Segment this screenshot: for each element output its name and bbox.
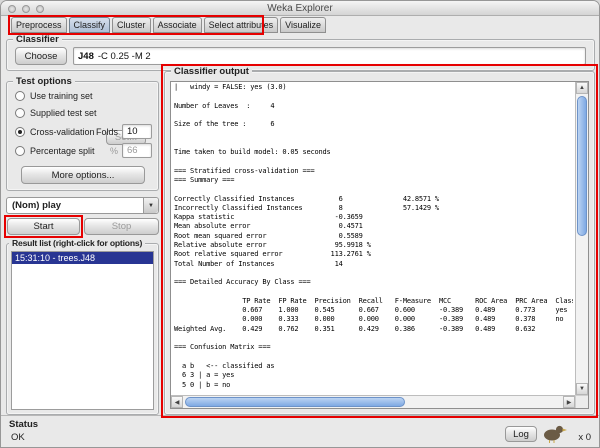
class-attribute-value: (Nom) play — [12, 200, 62, 211]
scroll-down-icon[interactable]: ▼ — [576, 383, 588, 395]
classifier-group: Classifier Choose J48 -C 0.25 -M 2 — [6, 34, 595, 71]
tab-select-attributes[interactable]: Select attributes — [203, 17, 279, 33]
percentage-split-label[interactable]: Percentage split — [30, 146, 95, 156]
percent-label: % — [109, 146, 118, 156]
log-button[interactable]: Log — [505, 426, 537, 442]
classifier-output-area[interactable]: | windy = FALSE: yes (3.0) Number of Lea… — [170, 81, 589, 409]
use-training-set-label[interactable]: Use training set — [30, 91, 93, 101]
horizontal-scroll-thumb[interactable] — [185, 397, 405, 407]
choose-button[interactable]: Choose — [15, 47, 67, 65]
classifier-params: -C 0.25 -M 2 — [97, 50, 151, 62]
classifier-group-legend: Classifier — [13, 34, 62, 45]
tab-classify[interactable]: Classify — [68, 17, 111, 33]
weka-bird-icon — [544, 425, 567, 443]
class-attribute-combo[interactable]: (Nom) play ▼ — [6, 197, 159, 214]
scroll-left-icon[interactable]: ◀ — [171, 396, 183, 408]
test-options-legend: Test options — [13, 76, 75, 87]
folds-label: Folds — [95, 127, 118, 137]
radio-row-supplied: Supplied test set Set... — [15, 107, 152, 145]
classifier-output-group: Classifier output | windy = FALSE: yes (… — [164, 66, 595, 415]
scrollbar-corner — [575, 395, 588, 408]
tab-visualize[interactable]: Visualize — [280, 17, 326, 33]
folds-field[interactable]: 10 — [122, 124, 152, 139]
classifier-name: J48 — [78, 50, 94, 62]
weka-explorer-window: Weka Explorer Preprocess Classify Cluste… — [0, 0, 600, 448]
result-list-group: Result list (right-click for options) 15… — [6, 238, 159, 415]
status-bar: Status OK Log x 0 — [1, 415, 599, 447]
cross-validation-radio[interactable] — [15, 127, 25, 137]
tab-associate[interactable]: Associate — [152, 17, 202, 33]
status-message: OK — [11, 432, 25, 443]
stop-button[interactable]: Stop — [84, 218, 159, 235]
percentage-split-radio[interactable] — [15, 146, 25, 156]
tab-bar: Preprocess Classify Cluster Associate Se… — [11, 17, 326, 34]
radio-row-training: Use training set — [15, 90, 93, 102]
classifier-output-text[interactable]: | windy = FALSE: yes (3.0) Number of Lea… — [174, 83, 573, 393]
more-options-button[interactable]: More options... — [21, 166, 145, 184]
test-options-group: Test options Use training set Supplied t… — [6, 76, 159, 191]
classifier-output-legend: Classifier output — [171, 66, 252, 77]
scroll-up-icon[interactable]: ▲ — [576, 82, 588, 94]
titlebar: Weka Explorer — [1, 1, 599, 16]
window-title: Weka Explorer — [267, 3, 333, 14]
result-list[interactable]: 15:31:10 - trees.J48 — [11, 251, 154, 410]
use-training-set-radio[interactable] — [15, 91, 25, 101]
radio-row-percentage-split: Percentage split — [15, 145, 95, 157]
supplied-test-set-radio[interactable] — [15, 108, 25, 118]
result-list-legend: Result list (right-click for options) — [9, 238, 146, 248]
result-list-item[interactable]: 15:31:10 - trees.J48 — [12, 252, 153, 264]
tab-cluster[interactable]: Cluster — [112, 17, 151, 33]
process-counter: x 0 — [578, 432, 591, 443]
tab-preprocess[interactable]: Preprocess — [11, 17, 67, 33]
cross-validation-label[interactable]: Cross-validation — [30, 127, 95, 137]
start-button[interactable]: Start — [7, 218, 80, 235]
scroll-right-icon[interactable]: ▶ — [563, 396, 575, 408]
percentage-split-field[interactable]: 66 — [122, 143, 152, 158]
supplied-test-set-label[interactable]: Supplied test set — [30, 108, 97, 118]
classifier-scheme-field[interactable]: J48 -C 0.25 -M 2 — [73, 47, 586, 65]
chevron-down-icon: ▼ — [143, 198, 158, 213]
vertical-scroll-thumb[interactable] — [577, 96, 587, 236]
status-legend: Status — [9, 419, 39, 430]
horizontal-scrollbar[interactable]: ◀ ▶ — [171, 395, 575, 408]
vertical-scrollbar[interactable]: ▲ ▼ — [575, 82, 588, 395]
